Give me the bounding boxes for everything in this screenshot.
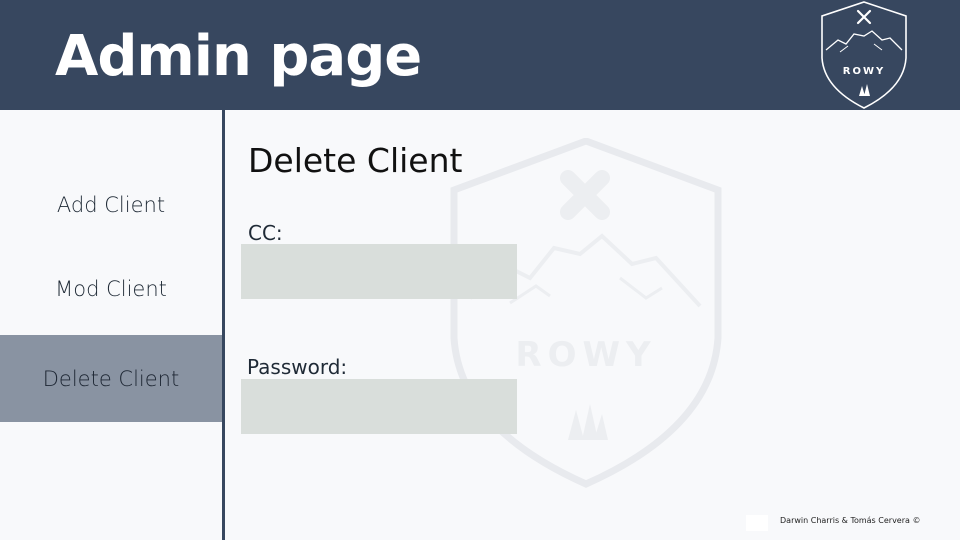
logo-text: ROWY xyxy=(843,66,885,77)
password-label: Password: xyxy=(247,355,348,379)
cc-label: CC: xyxy=(248,221,283,245)
sidebar-item-delete-client[interactable]: Delete Client xyxy=(0,335,222,422)
sidebar-divider xyxy=(222,110,225,540)
page-title: Admin page xyxy=(55,24,422,89)
header-bar: Admin page ROWY xyxy=(0,0,960,110)
password-input[interactable] xyxy=(241,379,517,434)
sidebar-item-add-client[interactable]: Add Client xyxy=(0,193,222,217)
section-title: Delete Client xyxy=(248,141,463,180)
footer-badge xyxy=(746,515,768,531)
sidebar-item-mod-client[interactable]: Mod Client xyxy=(0,277,222,301)
footer-credit: Darwin Charris & Tomás Cervera © xyxy=(780,516,921,525)
cc-input[interactable] xyxy=(241,244,517,299)
watermark-text: ROWY xyxy=(515,335,656,375)
sidebar xyxy=(0,110,222,540)
rowy-shield-logo-icon: ROWY xyxy=(821,1,907,109)
rowy-shield-watermark-icon: ROWY xyxy=(450,138,722,488)
